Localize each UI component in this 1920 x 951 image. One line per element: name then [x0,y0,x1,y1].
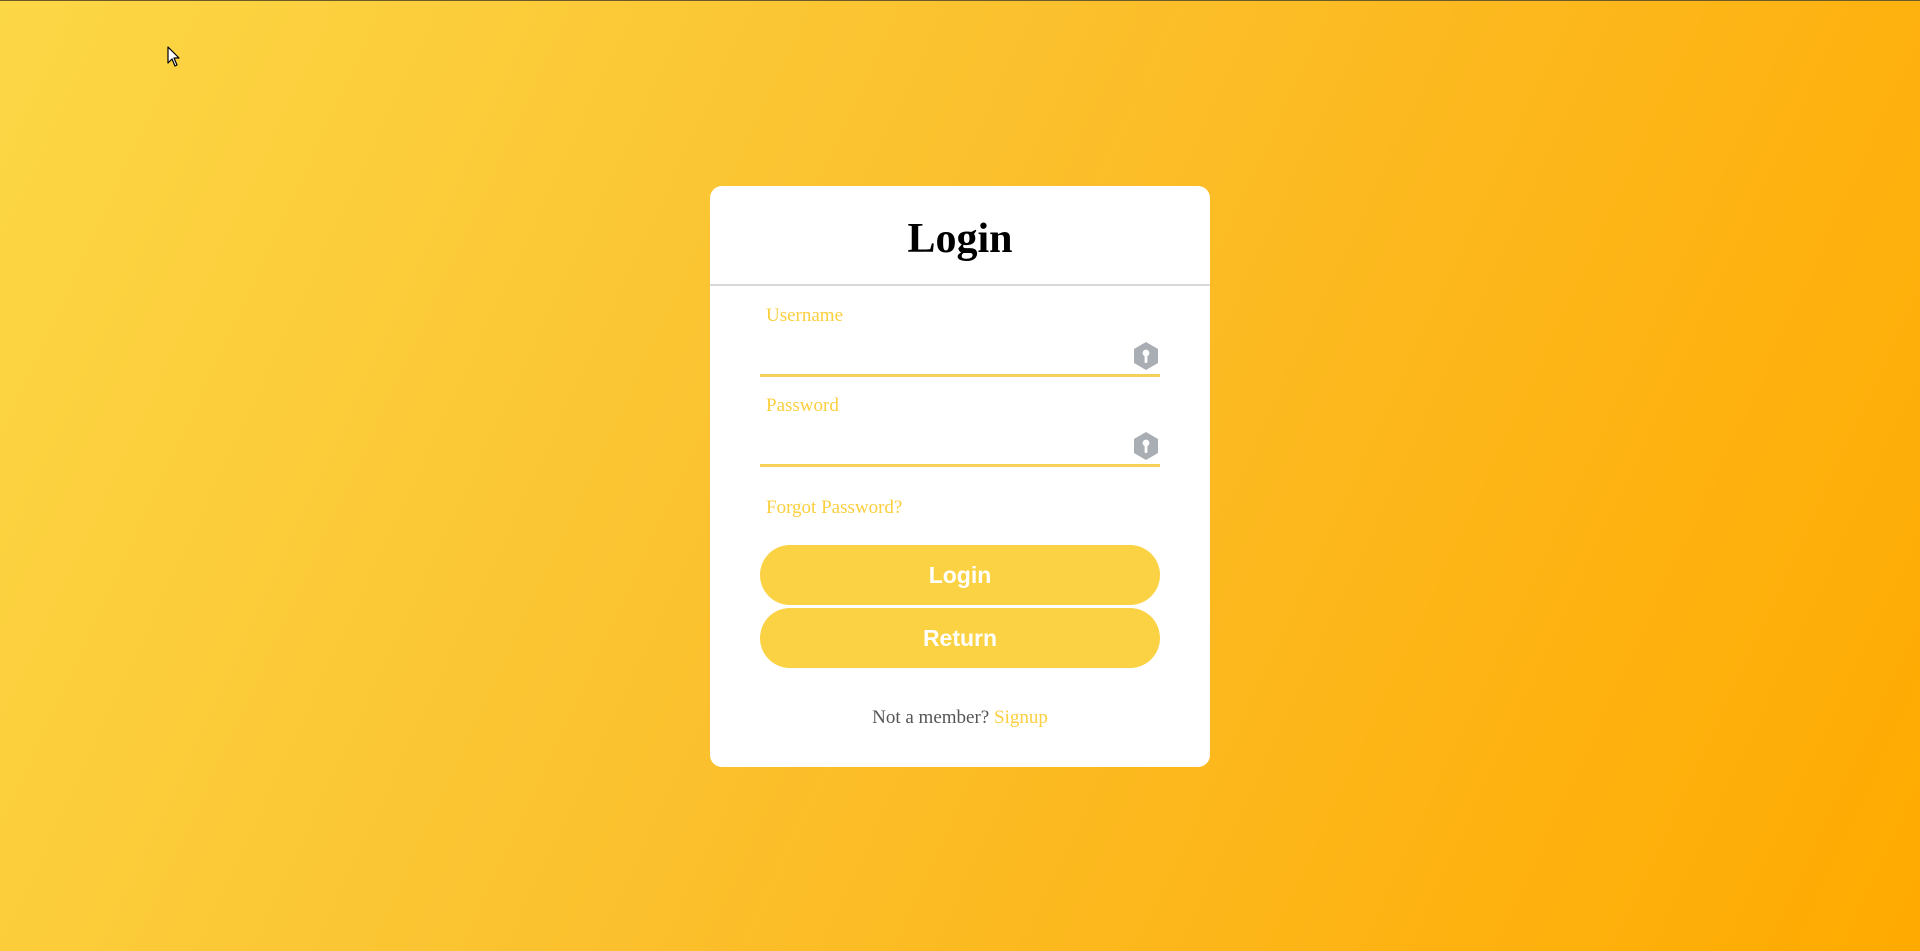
forgot-password-link[interactable]: Forgot Password? [766,496,902,520]
title-divider [710,284,1210,286]
username-field-group: Username [760,304,1160,394]
mouse-pointer-icon [167,46,180,67]
password-label: Password [766,395,839,416]
return-button[interactable]: Return [760,608,1160,668]
page-title: Login [907,216,1013,262]
password-field-group: Password [760,394,1160,484]
window-top-border [0,0,1920,1]
signup-row: Not a member? Signup [710,706,1210,730]
username-label: Username [766,305,844,326]
login-card: Login Username Password Forgot Password?… [710,186,1210,767]
password-input[interactable] [760,424,1130,462]
username-input[interactable] [760,334,1130,372]
password-underline [760,464,1160,467]
signup-link[interactable]: Signup [994,707,1048,728]
username-underline [760,374,1160,377]
key-hexagon-icon [1134,432,1158,460]
key-hexagon-icon [1134,342,1158,370]
login-button[interactable]: Login [760,545,1160,605]
signup-prompt: Not a member? [872,707,990,728]
